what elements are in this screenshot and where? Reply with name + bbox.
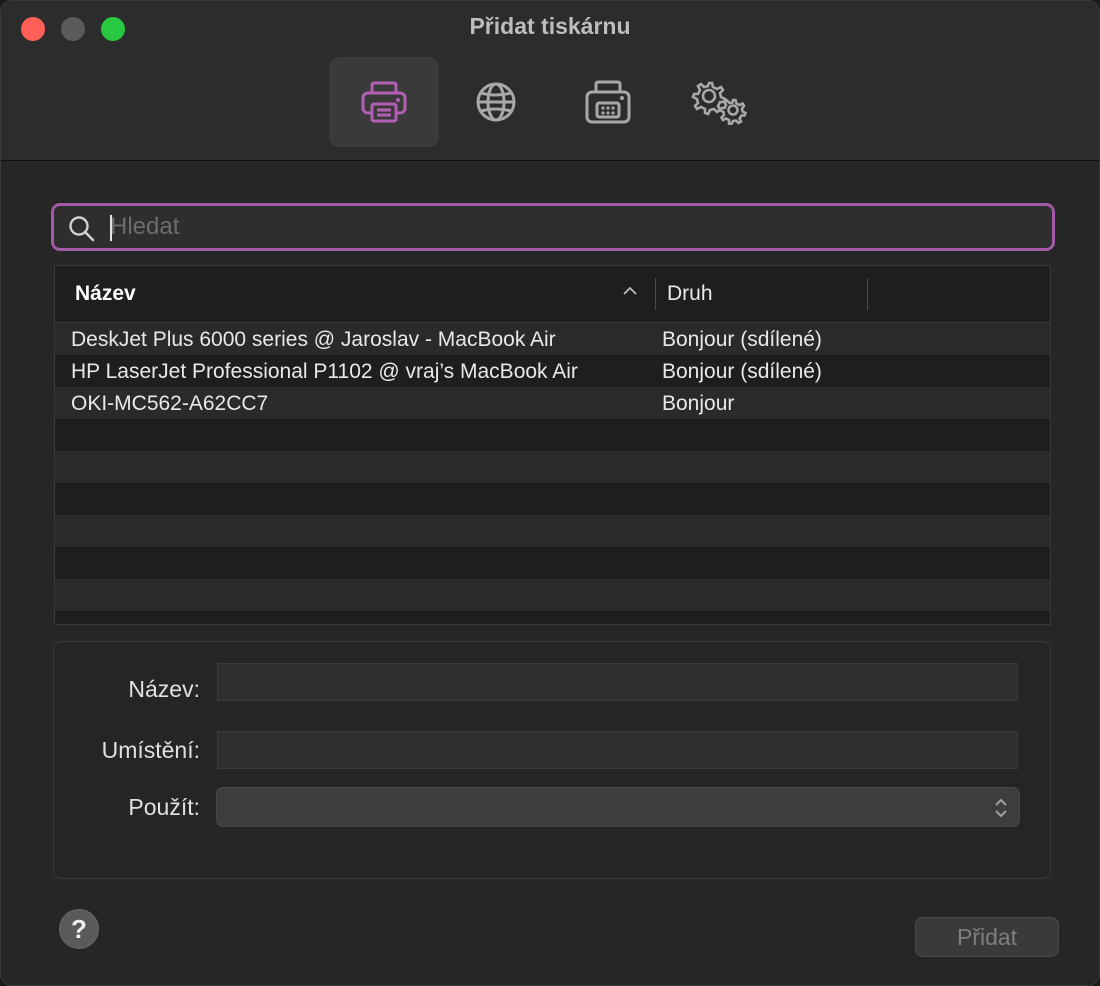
table-row[interactable]: HP LaserJet Professional P1102 @ vraj’s … [55,355,1050,387]
search-input[interactable] [110,212,1030,242]
column-header-kind[interactable]: Druh [667,282,713,306]
column-header-name[interactable]: Název [75,282,136,306]
help-button[interactable]: ? [59,909,99,949]
printer-name-cell: DeskJet Plus 6000 series @ Jaroslav - Ma… [71,328,556,351]
empty-row [55,451,1050,483]
table-header: Název Druh [55,266,1050,323]
table-row[interactable]: OKI-MC562-A62CC7 Bonjour [55,387,1050,419]
add-printer-window: Přidat tiskárnu Hledat Název Druh DeskJe… [0,0,1100,986]
name-label: Název: [128,676,200,702]
printer-kind-cell: Bonjour (sdílené) [662,360,822,383]
chevron-up-icon[interactable] [623,286,637,296]
location-label: Umístění: [101,737,200,763]
printer-kind-cell: Bonjour [662,392,735,415]
toolbar-ip-printer-button[interactable] [441,57,551,147]
table-rows: DeskJet Plus 6000 series @ Jaroslav - Ma… [55,323,1050,611]
globe-icon [476,82,516,122]
printer-kind-cell: Bonjour (sdílené) [662,328,822,351]
empty-row [55,547,1050,579]
printer-name-cell: HP LaserJet Professional P1102 @ vraj’s … [71,360,578,383]
toolbar-advanced-button[interactable] [665,57,775,147]
table-row[interactable]: DeskJet Plus 6000 series @ Jaroslav - Ma… [55,323,1050,355]
add-button[interactable]: Přidat [915,917,1059,957]
printer-list-table[interactable]: Název Druh DeskJet Plus 6000 series @ Ja… [54,265,1051,625]
up-down-chevron-icon [995,798,1007,818]
empty-row [55,515,1050,547]
printer-name-cell: OKI-MC562-A62CC7 [71,392,269,415]
printer-icon [361,81,407,123]
toolbar-windows-printer-button[interactable] [553,57,663,147]
column-separator[interactable] [867,278,868,310]
gears-icon [691,81,748,125]
search-field[interactable] [51,203,1055,251]
use-label: Použít: [128,794,200,820]
column-separator[interactable] [655,278,656,310]
printer-details-panel: Název: Umístění: Použít: [53,641,1051,879]
window-title: Přidat tiskárnu [469,13,631,39]
location-field[interactable] [217,731,1018,769]
search-icon [69,216,95,242]
fax-icon [585,80,631,124]
empty-row [55,419,1050,451]
use-driver-select[interactable] [216,787,1020,827]
titlebar: Přidat tiskárnu [1,1,1099,161]
name-field[interactable] [217,663,1018,701]
empty-row [55,579,1050,611]
empty-row [55,483,1050,515]
toolbar-default-printers-button[interactable] [329,57,439,147]
